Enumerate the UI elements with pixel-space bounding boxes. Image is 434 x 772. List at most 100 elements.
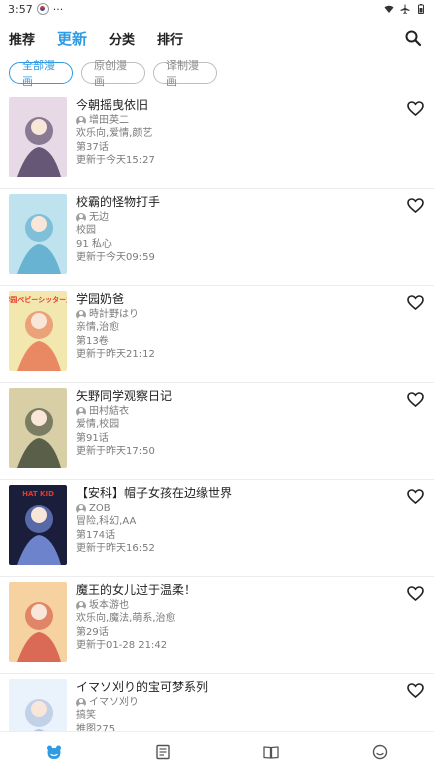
- cover-art: 学园ベビーシッターズ: [9, 291, 67, 371]
- filter-original-comics[interactable]: 原创漫画: [81, 59, 145, 88]
- tab-updates[interactable]: 更新: [57, 28, 87, 49]
- airplane-icon: [400, 4, 410, 14]
- person-icon: [76, 115, 86, 126]
- comic-tags: 欢乐向,爱情,颜艺: [76, 128, 153, 140]
- cover-art: [9, 97, 67, 177]
- comic-updated: 更新于今天15:27: [76, 154, 155, 166]
- list-item[interactable]: イマソ刈り的宝可梦系列 イマソ刈り 搞笑 推图275: [0, 674, 434, 732]
- comic-title[interactable]: 今朝摇曳依旧: [76, 97, 155, 113]
- heart-icon[interactable]: [407, 586, 424, 601]
- comic-cover[interactable]: [9, 582, 67, 662]
- comic-cover[interactable]: [9, 388, 67, 468]
- comic-title[interactable]: 【安科】帽子女孩在边缘世界: [76, 485, 232, 501]
- comic-title[interactable]: 学园奶爸: [76, 291, 155, 307]
- comic-cover[interactable]: [9, 194, 67, 274]
- comic-chapter: 第37话: [76, 141, 109, 153]
- person-icon: [76, 697, 86, 708]
- person-icon: [76, 503, 86, 514]
- comic-info: イマソ刈り的宝可梦系列 イマソ刈り 搞笑 推图275: [76, 679, 208, 732]
- comic-tags: 搞笑: [76, 710, 96, 722]
- bear-icon[interactable]: [46, 744, 62, 760]
- comic-updated: 更新于昨天16:52: [76, 542, 155, 554]
- comic-cover[interactable]: [9, 97, 67, 177]
- person-icon: [76, 212, 86, 223]
- person-icon: [76, 309, 86, 320]
- svg-text:HAT KID: HAT KID: [22, 490, 54, 498]
- comic-tags: 校园: [76, 225, 96, 237]
- svg-text:学园ベビーシッターズ: 学园ベビーシッターズ: [9, 295, 67, 304]
- bottom-nav: [0, 731, 434, 772]
- comic-author: 坂本游也: [76, 599, 196, 612]
- status-dots: ···: [52, 2, 64, 16]
- status-left: 3:57 ···: [8, 3, 63, 16]
- comic-tags: 欢乐向,魔法,萌系,治愈: [76, 613, 176, 625]
- wifi-icon: [384, 5, 394, 13]
- comic-author: 无边: [76, 211, 160, 224]
- comic-author: 時計野はり: [76, 308, 155, 321]
- filter-all-comics[interactable]: 全部漫画: [9, 59, 73, 88]
- comic-info: 魔王的女儿过于温柔！ 坂本游也 欢乐向,魔法,萌系,治愈 第29话 更新于01-…: [76, 582, 196, 673]
- list-item[interactable]: 校霸的怪物打手 无边 校园 91 私心 更新于今天09:59: [0, 189, 434, 286]
- heart-icon[interactable]: [407, 295, 424, 310]
- comic-info: 矢野同学观察日记 田村結衣 爱情,校园 第91话 更新于昨天17:50: [76, 388, 172, 479]
- author-name: 時計野はり: [89, 309, 139, 320]
- comic-chapter: 第29话: [76, 626, 109, 638]
- comic-chapter: 第13卷: [76, 335, 109, 347]
- comic-chapter: 第174话: [76, 529, 116, 541]
- list-item[interactable]: 矢野同学观察日记 田村結衣 爱情,校园 第91话 更新于昨天17:50: [0, 383, 434, 480]
- search-icon[interactable]: [404, 29, 422, 47]
- comic-title[interactable]: イマソ刈り的宝可梦系列: [76, 679, 208, 695]
- comic-tags: 亲情,治愈: [76, 322, 120, 334]
- comic-info: 校霸的怪物打手 无边 校园 91 私心 更新于今天09:59: [76, 194, 160, 285]
- person-icon: [76, 600, 86, 611]
- comic-cover[interactable]: 学园ベビーシッターズ: [9, 291, 67, 371]
- comic-title[interactable]: 校霸的怪物打手: [76, 194, 160, 210]
- status-bar: 3:57 ···: [0, 0, 434, 18]
- comic-tags: 冒险,科幻,AA: [76, 516, 137, 528]
- comic-updated: 更新于昨天17:50: [76, 445, 155, 457]
- heart-icon[interactable]: [407, 392, 424, 407]
- book-icon[interactable]: [263, 744, 279, 760]
- author-name: 增田英二: [89, 115, 129, 126]
- status-right: [384, 4, 426, 14]
- tab-rankings[interactable]: 排行: [157, 29, 183, 48]
- comic-author: ZOB: [76, 502, 232, 515]
- tab-recommend[interactable]: 推荐: [9, 29, 35, 48]
- author-name: ZOB: [89, 503, 111, 514]
- tab-categories[interactable]: 分类: [109, 29, 135, 48]
- heart-icon[interactable]: [407, 198, 424, 213]
- comic-updated: 更新于01-28 21:42: [76, 639, 168, 651]
- list-item[interactable]: 今朝摇曳依旧 增田英二 欢乐向,爱情,颜艺 第37话 更新于今天15:27: [0, 92, 434, 189]
- comic-author: 田村結衣: [76, 405, 172, 418]
- comic-cover[interactable]: HAT KID: [9, 485, 67, 565]
- author-name: 无边: [89, 212, 109, 223]
- comic-tags: 爱情,校园: [76, 419, 120, 431]
- comic-title[interactable]: 魔王的女儿过于温柔！: [76, 582, 196, 598]
- cover-art: [9, 679, 67, 732]
- author-name: 坂本游也: [89, 600, 129, 611]
- list-item[interactable]: 学园ベビーシッターズ 学园奶爸 時計野はり 亲情,治愈 第13卷 更新于昨天21…: [0, 286, 434, 383]
- comic-author: イマソ刈り: [76, 696, 208, 709]
- comic-chapter: 第91话: [76, 432, 109, 444]
- comic-title[interactable]: 矢野同学观察日记: [76, 388, 172, 404]
- author-name: 田村結衣: [89, 406, 129, 417]
- cover-art: [9, 582, 67, 662]
- person-icon: [76, 406, 86, 417]
- heart-icon[interactable]: [407, 683, 424, 698]
- comic-list: 今朝摇曳依旧 增田英二 欢乐向,爱情,颜艺 第37话 更新于今天15:27 校霸…: [0, 92, 434, 732]
- list-item[interactable]: HAT KID 【安科】帽子女孩在边缘世界 ZOB 冒险,科幻,AA 第174话…: [0, 480, 434, 577]
- comic-updated: 更新于昨天21:12: [76, 348, 155, 360]
- cover-art: [9, 388, 67, 468]
- comic-updated: 更新于今天09:59: [76, 251, 155, 263]
- filter-translated-comics[interactable]: 译制漫画: [153, 59, 217, 88]
- comic-cover[interactable]: [9, 679, 67, 732]
- comic-author: 增田英二: [76, 114, 155, 127]
- korea-flag-icon: [36, 3, 49, 15]
- comic-info: 今朝摇曳依旧 增田英二 欢乐向,爱情,颜艺 第37话 更新于今天15:27: [76, 97, 155, 188]
- list-icon[interactable]: [155, 744, 171, 760]
- smile-icon[interactable]: [372, 744, 388, 760]
- heart-icon[interactable]: [407, 101, 424, 116]
- heart-icon[interactable]: [407, 489, 424, 504]
- comic-chapter: 91 私心: [76, 238, 112, 250]
- list-item[interactable]: 魔王的女儿过于温柔！ 坂本游也 欢乐向,魔法,萌系,治愈 第29话 更新于01-…: [0, 577, 434, 674]
